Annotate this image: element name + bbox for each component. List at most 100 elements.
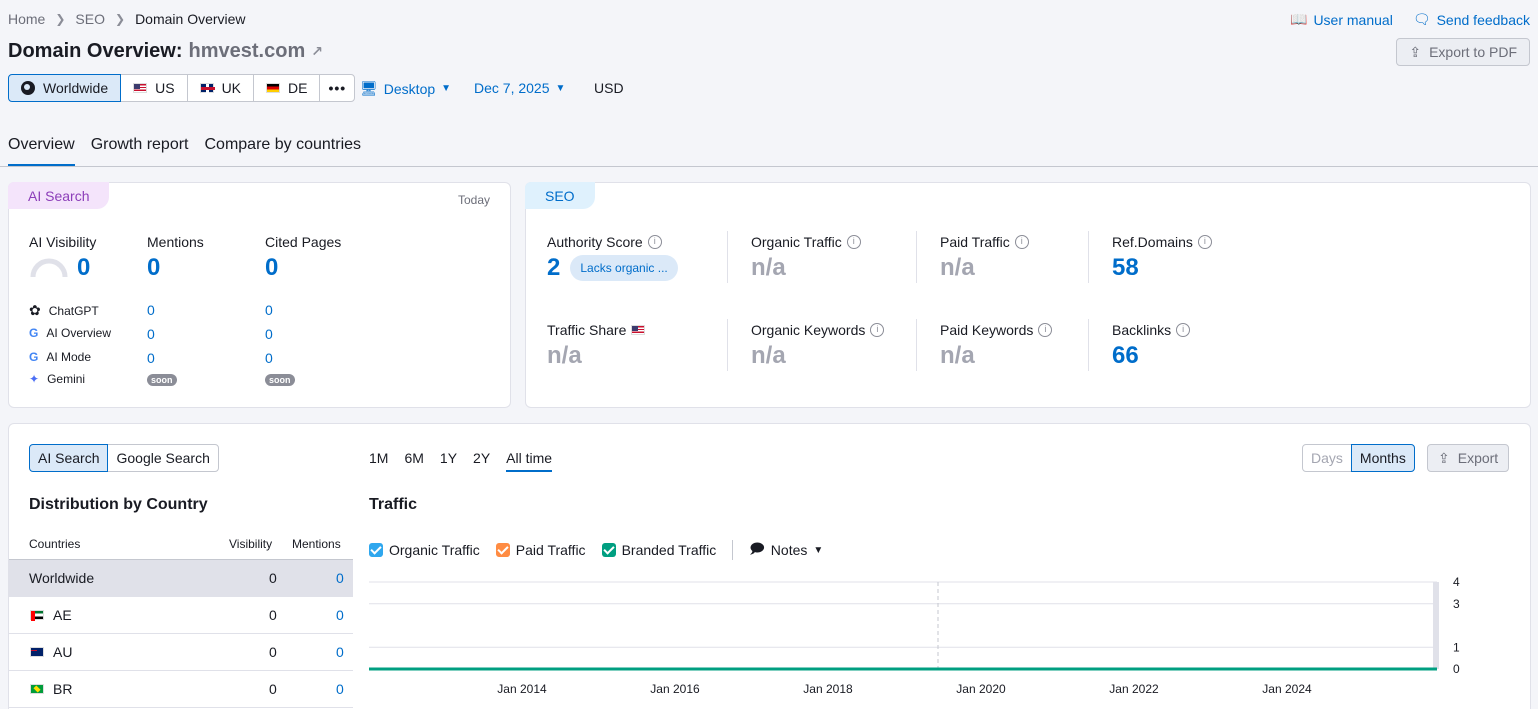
organic-keywords-value: n/a [751, 342, 786, 369]
ai-row-gemini: ✦ Gemini [29, 372, 86, 386]
x-tick-label: Jan 2014 [497, 682, 547, 696]
tab-overview[interactable]: Overview [8, 136, 75, 167]
x-tick-label: Jan 2018 [803, 682, 853, 696]
source-ai-search[interactable]: AI Search [29, 444, 109, 472]
cited-pages-value[interactable]: 0 [265, 254, 341, 282]
table-row[interactable]: BR 0 0 [9, 671, 353, 708]
upload-icon: ⇪ [1409, 43, 1422, 60]
db-uk[interactable]: UK [186, 74, 255, 102]
info-icon[interactable]: i [1038, 323, 1053, 337]
info-icon[interactable]: i [1197, 235, 1212, 249]
authority-status-pill[interactable]: Lacks organic ... [570, 255, 678, 281]
granularity-toggle: Days Months [1302, 444, 1415, 472]
user-manual-link[interactable]: 📖 User manual [1290, 11, 1393, 28]
authority-score-label: Authority Score i [547, 234, 678, 250]
cited-pages-label: Cited Pages [265, 234, 342, 250]
mentions-label: Mentions [147, 234, 204, 250]
table-row[interactable]: Worldwide 0 0 [9, 560, 353, 597]
x-tick-label: Jan 2016 [650, 682, 700, 696]
legend-paid-traffic[interactable]: Paid Traffic [495, 542, 586, 558]
period-all-time[interactable]: All time [506, 450, 553, 472]
authority-score-value[interactable]: 2 [547, 254, 560, 282]
info-icon[interactable]: i [1176, 323, 1191, 337]
ai-overview-cited[interactable]: 0 [265, 326, 273, 342]
period-selector: 1M 6M 1Y 2Y All time [369, 450, 553, 472]
legend-organic-traffic[interactable]: Organic Traffic [369, 542, 480, 558]
chevron-right-icon: ❯ [55, 12, 66, 26]
y-tick-label: 4 [1453, 575, 1460, 589]
date-selector[interactable]: Dec 7, 2025 ▼ [474, 80, 565, 96]
tab-growth-report[interactable]: Growth report [91, 136, 189, 167]
info-icon[interactable]: i [647, 235, 662, 249]
main-tabs: Overview Growth report Compare by countr… [8, 136, 361, 167]
external-link-icon[interactable]: ↗ [311, 43, 323, 60]
page-title: Domain Overview: hmvest.com ↗ [8, 40, 323, 63]
organic-traffic-label: Organic Traffic i [751, 234, 861, 250]
chart-edge-bar [1433, 582, 1439, 669]
export-button[interactable]: ⇪ Export [1427, 444, 1510, 472]
visibility-gauge-icon [30, 258, 68, 278]
mentions-value[interactable]: 0 [147, 254, 204, 282]
db-us[interactable]: US [120, 74, 188, 102]
ai-search-badge: AI Search [8, 182, 110, 209]
db-de[interactable]: DE [253, 74, 321, 102]
comment-icon: 🗨 [1412, 11, 1431, 27]
info-icon[interactable]: i [846, 235, 861, 249]
database-selector: Worldwide US UK DE ••• [8, 74, 356, 102]
ref-domains-label: Ref.Domains i [1112, 234, 1212, 250]
divider [916, 319, 917, 371]
chatgpt-mentions[interactable]: 0 [147, 302, 155, 318]
device-selector[interactable]: 🖥 Desktop ▼ [360, 80, 451, 97]
granularity-months[interactable]: Months [1350, 444, 1415, 472]
soon-badge: soon [265, 374, 295, 386]
y-tick-label: 0 [1453, 662, 1460, 676]
paid-keywords-label: Paid Keywords i [940, 322, 1053, 338]
chatgpt-cited[interactable]: 0 [265, 302, 273, 318]
send-feedback-link[interactable]: 🗨 Send feedback [1413, 11, 1530, 28]
period-1m[interactable]: 1M [369, 450, 388, 472]
more-databases-button[interactable]: ••• [319, 74, 356, 102]
ai-visibility-label: AI Visibility [29, 234, 97, 250]
traffic-chart[interactable]: 4 3 1 0 Jan 2014 Jan 2016 Jan 2018 Jan 2020 Jan … [369, 574, 1519, 704]
organic-keywords-label: Organic Keywords i [751, 322, 885, 338]
ai-visibility-value[interactable]: 0 [77, 254, 90, 282]
period-6m[interactable]: 6M [404, 450, 423, 472]
legend-branded-traffic[interactable]: Branded Traffic [601, 542, 716, 558]
tabs-divider [0, 166, 1538, 167]
period-2y[interactable]: 2Y [473, 450, 490, 472]
gemini-icon: ✦ [29, 372, 40, 386]
export-pdf-button[interactable]: ⇪ Export to PDF [1396, 38, 1530, 66]
note-icon: 🗩 [749, 540, 765, 556]
ai-overview-mentions[interactable]: 0 [147, 326, 155, 342]
table-row[interactable]: AE 0 0 [9, 597, 353, 634]
notes-dropdown[interactable]: 🗩 Notes ▼ [749, 538, 823, 562]
backlinks-value[interactable]: 66 [1112, 342, 1190, 370]
period-1y[interactable]: 1Y [440, 450, 457, 472]
db-worldwide[interactable]: Worldwide [8, 74, 122, 102]
source-google-search[interactable]: Google Search [107, 444, 219, 472]
ai-mode-cited[interactable]: 0 [265, 350, 273, 366]
de-flag-icon [266, 83, 281, 93]
divider [727, 231, 728, 283]
col-countries: Countries [29, 537, 81, 551]
breadcrumb-seo[interactable]: SEO [75, 11, 105, 27]
traffic-title: Traffic [369, 496, 418, 513]
x-tick-label: Jan 2024 [1262, 682, 1312, 696]
info-icon[interactable]: i [1014, 235, 1029, 249]
desktop-icon: 🖥 [360, 80, 378, 96]
ai-mode-mentions[interactable]: 0 [147, 350, 155, 366]
chart-legend: Organic Traffic Paid Traffic Branded Tra… [369, 538, 823, 562]
breadcrumb-home[interactable]: Home [8, 11, 45, 27]
granularity-days[interactable]: Days [1302, 444, 1352, 472]
chevron-down-icon: ▼ [813, 544, 824, 556]
ref-domains-value[interactable]: 58 [1112, 254, 1212, 282]
x-tick-label: Jan 2022 [1109, 682, 1159, 696]
table-row[interactable]: AU 0 0 [9, 634, 353, 671]
domain-link[interactable]: hmvest.com [189, 40, 306, 63]
us-flag-icon [631, 325, 646, 335]
ai-row-chatgpt: ✿ ChatGPT [29, 302, 99, 318]
tab-compare-countries[interactable]: Compare by countries [205, 136, 362, 167]
info-icon[interactable]: i [870, 323, 885, 337]
google-icon: G [29, 326, 39, 340]
breadcrumb: Home ❯ SEO ❯ Domain Overview [8, 11, 246, 27]
